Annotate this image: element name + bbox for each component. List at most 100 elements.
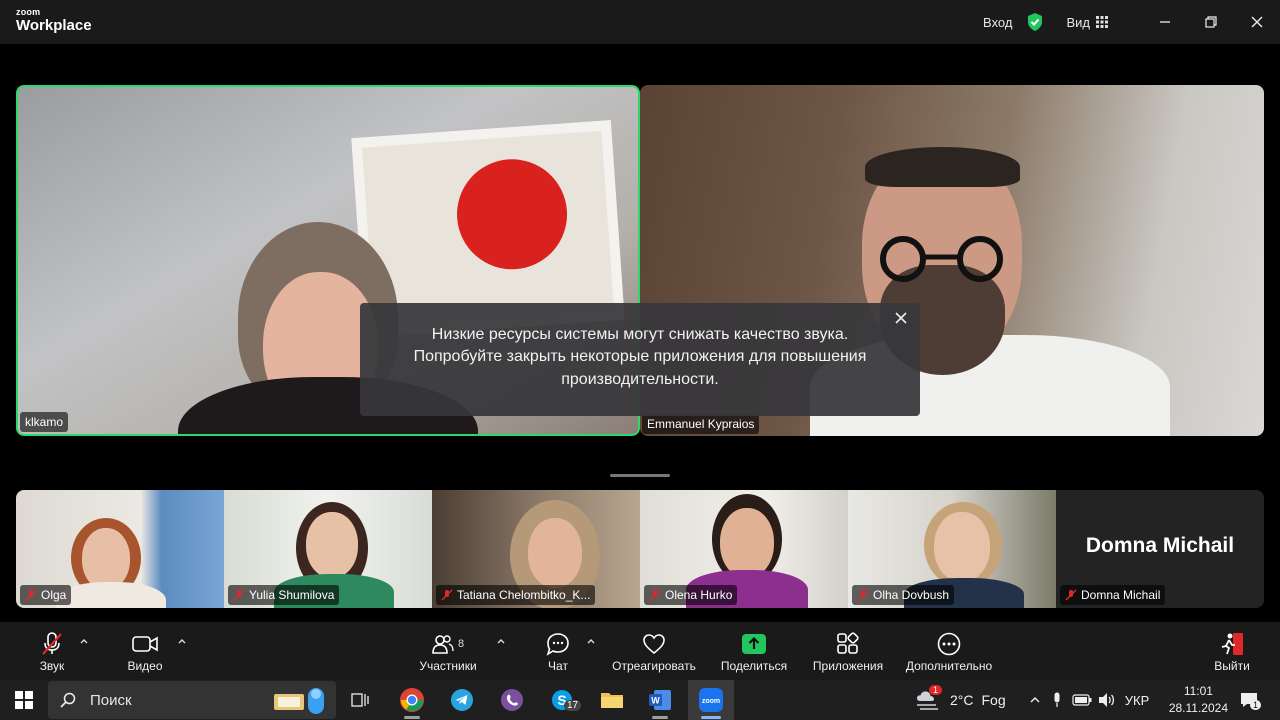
thumbnail-name-label: Olena Hurko — [644, 585, 738, 605]
chat-options-chevron-up-icon[interactable] — [586, 636, 596, 646]
participant-name-label: klkamo — [20, 412, 69, 432]
apps-icon — [837, 632, 859, 654]
start-button[interactable] — [4, 680, 44, 720]
logo-product: Workplace — [16, 17, 92, 34]
viber-icon — [501, 689, 523, 711]
audio-options-chevron-up-icon[interactable] — [79, 636, 89, 646]
zoom-logo: zoom Workplace — [16, 7, 92, 34]
muted-mic-icon — [42, 632, 62, 655]
language-indicator[interactable]: УКР — [1122, 680, 1152, 720]
minimize-button[interactable] — [1142, 0, 1188, 44]
react-button[interactable]: Отреагировать — [612, 622, 696, 680]
thumbnail-tile[interactable]: Tatiana Chelombitko_K... — [432, 490, 640, 608]
weather-widget[interactable]: 1 2°C Fog — [914, 680, 1026, 720]
thumbnail-strip: Olga Yulia Shumilova Tatiana Chelombitko… — [16, 490, 1264, 608]
glasses-shape — [880, 236, 1003, 282]
thumbnail-tile[interactable]: Olha Dovbush — [848, 490, 1056, 608]
tray-volume[interactable] — [1096, 680, 1118, 720]
apps-label: Приложения — [812, 659, 884, 673]
folder-icon — [601, 693, 623, 708]
restore-button[interactable] — [1188, 0, 1234, 44]
taskbar-chrome[interactable] — [392, 680, 432, 720]
clock-date: 28.11.2024 — [1168, 701, 1228, 715]
microphone-icon — [1054, 692, 1060, 707]
close-window-button[interactable] — [1234, 0, 1280, 44]
tray-battery[interactable] — [1070, 680, 1094, 720]
participants-icon — [432, 635, 454, 654]
windows-logo-icon — [15, 691, 33, 709]
weather-temp: 2°C — [950, 692, 974, 708]
muted-mic-icon — [25, 589, 37, 601]
signin-button[interactable]: Вход — [983, 15, 1012, 30]
more-options-icon — [937, 632, 961, 656]
thumbnail-tile-no-video[interactable]: Domna Michail Domna Michail — [1056, 490, 1264, 608]
more-label: Дополнительно — [905, 659, 993, 673]
meeting-stage: klkamo Emmanuel Kypraios Низкие ресурсы … — [0, 44, 1280, 622]
security-shield-icon[interactable] — [1026, 12, 1044, 32]
tray-overflow-button[interactable] — [1026, 680, 1044, 720]
taskbar-zoom[interactable]: zoom — [688, 680, 734, 720]
chat-label: Чат — [548, 659, 568, 673]
minimize-icon — [1160, 21, 1170, 23]
taskbar-telegram[interactable] — [442, 680, 482, 720]
view-label: Вид — [1066, 14, 1090, 30]
thumbnail-tile[interactable]: Olga — [16, 490, 224, 608]
taskbar-word[interactable]: W — [640, 680, 680, 720]
task-view-button[interactable] — [342, 680, 378, 720]
volume-icon — [1099, 693, 1115, 707]
chat-bubble-icon — [546, 633, 569, 656]
muted-mic-icon — [441, 589, 453, 601]
participants-label: Участники — [419, 659, 477, 673]
muted-mic-icon — [233, 589, 245, 601]
close-notification-icon[interactable] — [892, 309, 910, 327]
react-label: Отреагировать — [612, 659, 696, 673]
participant-name: klkamo — [25, 415, 64, 429]
muted-mic-icon — [1065, 589, 1077, 601]
share-screen-icon — [742, 634, 766, 654]
muted-mic-icon — [649, 589, 661, 601]
task-view-icon — [351, 693, 369, 707]
taskbar-file-explorer[interactable] — [592, 680, 632, 720]
tray-microphone[interactable] — [1048, 680, 1066, 720]
taskbar-skype[interactable]: S 17 — [542, 680, 582, 720]
low-resources-notification: Низкие ресурсы системы могут снижать кач… — [360, 303, 920, 416]
taskbar-clock[interactable]: 11:01 28.11.2024 — [1169, 683, 1228, 717]
chrome-icon — [400, 688, 424, 712]
chat-button[interactable]: Чат — [544, 622, 572, 680]
word-icon: W — [649, 690, 671, 710]
search-placeholder: Поиск — [90, 691, 132, 709]
apps-button[interactable]: Приложения — [810, 622, 886, 680]
resize-handle[interactable] — [610, 474, 670, 477]
video-button[interactable]: Видео — [125, 622, 165, 680]
zoom-app-icon: zoom — [699, 688, 723, 712]
share-label: Поделиться — [720, 659, 788, 673]
logo-brand: zoom — [16, 7, 41, 17]
language-label: УКР — [1124, 692, 1150, 708]
title-bar: zoom Workplace Вход Вид — [0, 0, 1280, 44]
notification-text: Низкие ресурсы системы могут снижать кач… — [413, 326, 867, 388]
participants-options-chevron-up-icon[interactable] — [496, 636, 506, 646]
audio-button[interactable]: Звук — [34, 622, 70, 680]
thumbnail-tile[interactable]: Yulia Shumilova — [224, 490, 432, 608]
notification-center-button[interactable]: 1 — [1234, 680, 1264, 720]
view-button[interactable]: Вид — [1066, 15, 1108, 30]
leave-door-icon — [1221, 633, 1243, 655]
chevron-up-icon — [1030, 697, 1040, 703]
video-camera-icon — [132, 636, 158, 652]
windows-taskbar: Поиск S 17 W zoom 1 2°C Fog УКР 11:01 28… — [0, 680, 1280, 720]
taskbar-viber[interactable] — [492, 680, 532, 720]
taskbar-search-box[interactable]: Поиск — [48, 681, 336, 719]
thumbnail-name-label: Tatiana Chelombitko_K... — [436, 585, 596, 605]
skype-badge: 17 — [564, 700, 582, 711]
thumbnail-name-label: Yulia Shumilova — [228, 585, 340, 605]
thumbnail-tile[interactable]: Olena Hurko — [640, 490, 848, 608]
participant-name: Emmanuel Kypraios — [647, 417, 755, 431]
share-screen-button[interactable]: Поделиться — [720, 622, 788, 680]
restore-icon — [1205, 16, 1217, 28]
leave-meeting-button[interactable]: Выйти — [1212, 622, 1252, 680]
more-button[interactable]: Дополнительно — [902, 622, 996, 680]
video-options-chevron-up-icon[interactable] — [177, 636, 187, 646]
audio-label: Звук — [39, 659, 65, 673]
participants-button[interactable]: 8 Участники — [416, 622, 480, 680]
video-label: Видео — [127, 659, 163, 673]
